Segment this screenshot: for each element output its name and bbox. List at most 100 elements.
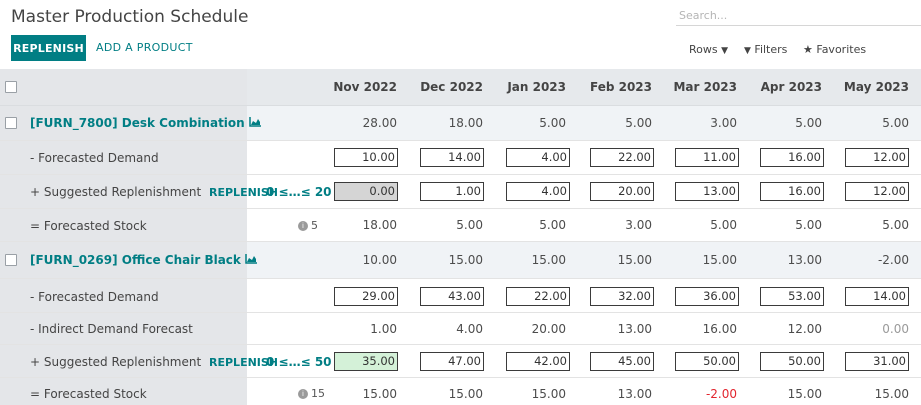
info-icon: i bbox=[298, 388, 308, 399]
stock-cell: -2.00 bbox=[705, 386, 737, 401]
favorites-dropdown[interactable]: ★ Favorites bbox=[803, 43, 866, 56]
suggested-replenishment-row: + Suggested Replenishment REPLENISH 0 ≤…… bbox=[0, 175, 921, 209]
stock-cell: 5.00 bbox=[795, 218, 822, 232]
total-cell: 5.00 bbox=[795, 116, 822, 130]
header-row: Nov 2022 Dec 2022 Jan 2023 Feb 2023 Mar … bbox=[0, 69, 921, 106]
replenish-button[interactable]: REPLENISH bbox=[11, 35, 86, 61]
product-row: [FURN_7800] Desk Combination 28.00 18.00… bbox=[0, 106, 921, 141]
replenish-input[interactable]: 12.00 bbox=[845, 182, 909, 201]
forecast-input[interactable]: 14.00 bbox=[845, 287, 909, 306]
stock-cell: 5.00 bbox=[710, 218, 737, 232]
forecast-input[interactable]: 36.00 bbox=[675, 287, 739, 306]
area-chart-icon[interactable] bbox=[245, 253, 258, 267]
info-icon: i bbox=[298, 220, 308, 231]
forecast-input[interactable]: 16.00 bbox=[760, 148, 824, 167]
product-checkbox[interactable] bbox=[5, 254, 17, 266]
indirect-cell: 1.00 bbox=[370, 321, 397, 336]
total-cell: 15.00 bbox=[702, 253, 737, 267]
filters-dropdown[interactable]: ▼ Filters bbox=[744, 43, 787, 56]
row-label: - Forecasted Demand bbox=[30, 151, 159, 165]
select-all-checkbox[interactable] bbox=[5, 81, 17, 93]
safety-range[interactable]: 0 ≤…≤ 50 bbox=[266, 355, 332, 369]
replenish-row-label: + Suggested Replenishment bbox=[30, 185, 202, 199]
product-link[interactable]: [FURN_7800] Desk Combination bbox=[30, 116, 262, 130]
forecast-input[interactable]: 53.00 bbox=[760, 287, 824, 306]
forecast-input[interactable]: 4.00 bbox=[506, 148, 570, 167]
stock-cell: 18.00 bbox=[362, 218, 397, 232]
product-checkbox[interactable] bbox=[5, 117, 17, 129]
indirect-cell: 16.00 bbox=[702, 321, 737, 336]
forecast-input[interactable]: 12.00 bbox=[845, 148, 909, 167]
total-cell: 5.00 bbox=[882, 116, 909, 130]
rows-dropdown[interactable]: Rows ▼ bbox=[689, 43, 728, 56]
replenish-input[interactable]: 1.00 bbox=[420, 182, 484, 201]
total-cell: 3.00 bbox=[710, 116, 737, 130]
total-cell: 15.00 bbox=[531, 253, 566, 267]
caret-down-icon: ▼ bbox=[721, 46, 729, 56]
total-cell: 18.00 bbox=[448, 116, 483, 130]
stock-cell: 15.00 bbox=[448, 386, 483, 401]
replenish-input[interactable]: 31.00 bbox=[845, 352, 909, 371]
add-product-button[interactable]: ADD A PRODUCT bbox=[96, 41, 193, 54]
month-header: Apr 2023 bbox=[760, 80, 822, 94]
total-cell: 28.00 bbox=[362, 116, 397, 130]
replenish-input[interactable]: 13.00 bbox=[675, 182, 739, 201]
replenish-input[interactable]: 45.00 bbox=[590, 352, 654, 371]
forecast-input[interactable]: 22.00 bbox=[506, 287, 570, 306]
forecast-input[interactable]: 32.00 bbox=[590, 287, 654, 306]
stock-cell: 5.00 bbox=[539, 218, 566, 232]
search-input[interactable] bbox=[676, 6, 921, 25]
replenish-input[interactable]: 50.00 bbox=[675, 352, 739, 371]
stock-cell: 5.00 bbox=[456, 218, 483, 232]
replenish-input[interactable]: 4.00 bbox=[506, 182, 570, 201]
row-label: + Suggested Replenishment REPLENISH bbox=[30, 355, 278, 369]
total-cell: 5.00 bbox=[625, 116, 652, 130]
replenish-input[interactable]: 0.00 bbox=[334, 182, 398, 201]
starting-stock: 5 bbox=[311, 219, 318, 232]
stock-cell: 5.00 bbox=[882, 218, 909, 232]
forecasted-stock-row: = Forecasted Stock i 15 15.00 15.00 15.0… bbox=[0, 378, 921, 405]
stock-cell: 15.00 bbox=[362, 386, 397, 401]
row-label: + Suggested Replenishment REPLENISH bbox=[30, 185, 278, 199]
star-icon: ★ bbox=[803, 43, 813, 56]
forecast-input[interactable]: 43.00 bbox=[420, 287, 484, 306]
month-header: Jan 2023 bbox=[507, 80, 566, 94]
product-link[interactable]: [FURN_0269] Office Chair Black bbox=[30, 253, 258, 267]
forecast-input[interactable]: 29.00 bbox=[334, 287, 398, 306]
area-chart-icon[interactable] bbox=[248, 116, 262, 130]
stock-cell: 15.00 bbox=[531, 386, 566, 401]
page-title: Master Production Schedule bbox=[11, 7, 249, 27]
month-header: Nov 2022 bbox=[333, 80, 397, 94]
filters-label: Filters bbox=[754, 43, 788, 56]
suggested-replenishment-row: + Suggested Replenishment REPLENISH 0 ≤…… bbox=[0, 345, 921, 378]
replenish-input[interactable]: 42.00 bbox=[506, 352, 570, 371]
stock-info[interactable]: i 5 bbox=[298, 219, 318, 232]
month-header: May 2023 bbox=[843, 80, 909, 94]
total-cell: 5.00 bbox=[539, 116, 566, 130]
replenish-row-label: + Suggested Replenishment bbox=[30, 355, 202, 369]
total-cell: 15.00 bbox=[448, 253, 483, 267]
replenish-input[interactable]: 35.00 bbox=[334, 352, 398, 371]
replenish-input[interactable]: 50.00 bbox=[760, 352, 824, 371]
filter-icon: ▼ bbox=[744, 46, 751, 56]
forecast-input[interactable]: 14.00 bbox=[420, 148, 484, 167]
total-cell: -2.00 bbox=[877, 253, 909, 267]
row-label: - Indirect Demand Forecast bbox=[30, 322, 193, 336]
stock-cell: 13.00 bbox=[617, 386, 652, 401]
forecast-input[interactable]: 10.00 bbox=[334, 148, 398, 167]
replenish-input[interactable]: 16.00 bbox=[760, 182, 824, 201]
replenish-input[interactable]: 20.00 bbox=[590, 182, 654, 201]
replenish-input[interactable]: 47.00 bbox=[420, 352, 484, 371]
search-bar[interactable] bbox=[676, 6, 921, 26]
forecast-input[interactable]: 11.00 bbox=[675, 148, 739, 167]
row-label: = Forecasted Stock bbox=[30, 219, 147, 233]
indirect-cell: 12.00 bbox=[787, 321, 822, 336]
forecasted-stock-row: = Forecasted Stock i 5 18.00 5.00 5.00 3… bbox=[0, 209, 921, 242]
forecast-input[interactable]: 22.00 bbox=[590, 148, 654, 167]
indirect-cell: 20.00 bbox=[531, 321, 566, 336]
favorites-label: Favorites bbox=[816, 43, 867, 56]
stock-info[interactable]: i 15 bbox=[298, 387, 325, 400]
rows-label: Rows bbox=[689, 43, 718, 56]
month-header: Dec 2022 bbox=[420, 80, 483, 94]
safety-range[interactable]: 0 ≤…≤ 20 bbox=[266, 185, 332, 199]
